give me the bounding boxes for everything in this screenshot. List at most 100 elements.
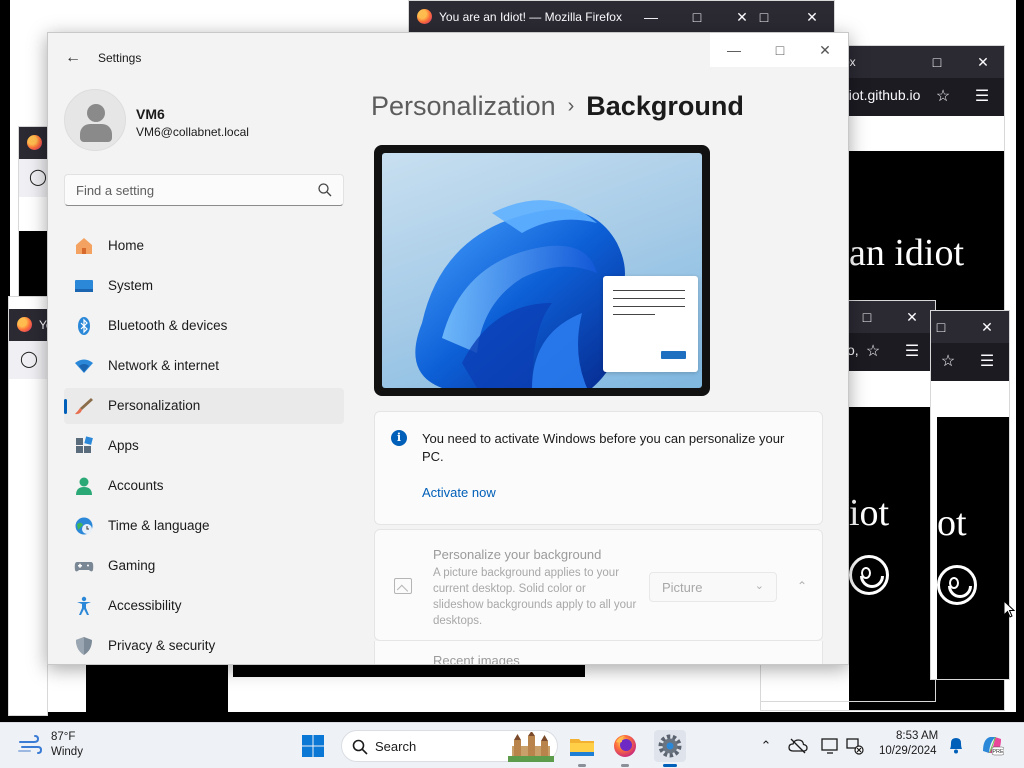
sidebar-item-label: Privacy & security (108, 638, 216, 653)
firefox-navbar: ◯ (9, 341, 47, 379)
sidebar-nav: Home System Bluetooth & devices Network … (64, 228, 344, 664)
preview-line (613, 290, 685, 291)
close-button[interactable]: ✕ (802, 7, 822, 27)
firefox-icon (614, 735, 636, 757)
sidebar-item-label: Apps (108, 438, 139, 453)
maximize-button[interactable]: □ (687, 7, 707, 27)
desktop-edge-right (1016, 0, 1024, 722)
personalize-background-card: Personalize your background A picture ba… (374, 529, 823, 641)
bookmark-star-icon[interactable]: ☆ (932, 86, 954, 108)
clock-date[interactable]: 10/29/2024 (879, 745, 937, 757)
breadcrumb: Personalization › Background (371, 91, 744, 122)
firefox-titlebar[interactable]: You are an Idiot! — Mozilla Firefox — □ … (409, 1, 834, 33)
notification-bell-icon[interactable] (946, 735, 966, 755)
maximize-button[interactable]: □ (931, 317, 951, 337)
preview-window-mockup (603, 276, 698, 372)
maximize-button[interactable]: □ (927, 52, 947, 72)
firefox-window-left-lower[interactable]: Yo ◯ (8, 296, 48, 716)
avatar-body (80, 124, 112, 142)
sidebar-item-personalization[interactable]: Personalization (64, 388, 344, 424)
cloud-offline-icon[interactable] (788, 736, 808, 756)
maximize-button[interactable]: □ (754, 7, 774, 27)
page-text: iot (849, 492, 890, 534)
sidebar-item-accessibility[interactable]: Accessibility (64, 588, 344, 624)
close-button[interactable]: ✕ (732, 7, 752, 27)
url-bar[interactable]: diot.github.io (841, 87, 920, 103)
info-icon: i (391, 430, 407, 446)
firefox-logo-icon (27, 135, 42, 150)
copilot-icon[interactable]: PRE (980, 733, 1004, 757)
sidebar-item-apps[interactable]: Apps (64, 428, 344, 464)
background-type-dropdown[interactable]: Picture ⌄ (649, 572, 777, 602)
background-window-fragment (233, 663, 585, 677)
menu-icon[interactable]: ☰ (976, 351, 998, 373)
avatar[interactable] (64, 89, 126, 151)
minimize-button[interactable]: — (720, 39, 748, 61)
activation-message: You need to activate Windows before you … (422, 431, 785, 464)
sidebar-item-bluetooth[interactable]: Bluetooth & devices (64, 308, 344, 344)
search-input[interactable]: Find a setting (64, 174, 344, 206)
settings-window[interactable]: — □ ✕ ← Settings VM6 VM6@collabnet.local… (47, 32, 849, 665)
display-icon[interactable] (820, 736, 840, 756)
shield-icon[interactable]: ◯ (18, 349, 40, 371)
smiley-face-icon (849, 555, 889, 595)
maximize-button[interactable]: □ (857, 307, 877, 327)
file-explorer-button[interactable] (566, 730, 598, 767)
preview-line (613, 314, 655, 315)
globe-clock-icon (75, 517, 93, 535)
firefox-taskbar-button[interactable] (609, 730, 641, 767)
sidebar-item-label: Network & internet (108, 358, 220, 373)
menu-icon[interactable]: ☰ (901, 341, 923, 363)
activate-now-link[interactable]: Activate now (422, 485, 496, 500)
back-arrow-icon[interactable]: ← (62, 47, 84, 69)
bookmark-star-icon[interactable]: ☆ (937, 351, 959, 373)
firefox-window-far-right[interactable]: □ ✕ ☆ ☰ ot (930, 310, 1010, 680)
chevron-down-icon: ⌄ (754, 580, 764, 592)
bookmark-star-icon[interactable]: ☆ (862, 341, 884, 363)
breadcrumb-parent[interactable]: Personalization (371, 91, 556, 121)
close-button[interactable]: ✕ (902, 307, 922, 327)
system-icon (75, 280, 93, 292)
close-button[interactable]: ✕ (977, 317, 997, 337)
wind-weather-icon[interactable] (18, 734, 42, 756)
menu-icon[interactable]: ☰ (971, 86, 993, 108)
close-button[interactable]: ✕ (973, 52, 993, 72)
sidebar-item-label: Accessibility (108, 598, 182, 613)
wallpaper-preview (382, 153, 702, 388)
background-setting-description: A picture background applies to your cur… (433, 567, 637, 627)
minimize-button[interactable]: — (641, 7, 661, 27)
shield-icon (76, 637, 92, 655)
webpage-content: ot (937, 417, 1009, 679)
search-icon (318, 183, 332, 197)
sidebar-item-label: Bluetooth & devices (108, 318, 228, 333)
page-text: ot (937, 502, 967, 544)
chevron-up-icon[interactable]: ⌃ (756, 736, 776, 756)
sidebar-item-time-language[interactable]: Time & language (64, 508, 344, 544)
maximize-button[interactable]: □ (766, 39, 794, 61)
sidebar-item-privacy-security[interactable]: Privacy & security (64, 628, 344, 664)
start-button[interactable] (297, 730, 329, 762)
background-setting-title: Personalize your background (433, 547, 602, 562)
search-icon (352, 739, 368, 755)
activation-notice: i You need to activate Windows before yo… (374, 411, 823, 525)
taskbar: 87°F Windy Search ⌃ 8:53 AM 10/29/2024 P… (0, 722, 1024, 768)
firefox-titlebar[interactable]: □ ✕ (931, 311, 1009, 343)
network-icon (75, 359, 93, 373)
chevron-up-icon[interactable]: ⌃ (792, 576, 812, 596)
firefox-titlebar[interactable]: Yo (9, 309, 47, 341)
taskbar-search[interactable]: Search (341, 730, 558, 762)
shield-icon[interactable]: ◯ (27, 167, 49, 189)
avatar-head (87, 104, 105, 122)
close-button[interactable]: ✕ (811, 39, 839, 61)
sidebar-item-gaming[interactable]: Gaming (64, 548, 344, 584)
weather-temperature[interactable]: 87°F (51, 731, 75, 743)
sidebar-item-accounts[interactable]: Accounts (64, 468, 344, 504)
sidebar-item-network[interactable]: Network & internet (64, 348, 344, 384)
background-window-fragment (86, 663, 228, 713)
network-disconnected-icon[interactable] (845, 736, 865, 756)
sidebar-item-home[interactable]: Home (64, 228, 344, 264)
weather-condition[interactable]: Windy (51, 746, 83, 758)
clock-time[interactable]: 8:53 AM (896, 730, 938, 742)
settings-taskbar-button[interactable] (654, 730, 686, 767)
sidebar-item-system[interactable]: System (64, 268, 344, 304)
